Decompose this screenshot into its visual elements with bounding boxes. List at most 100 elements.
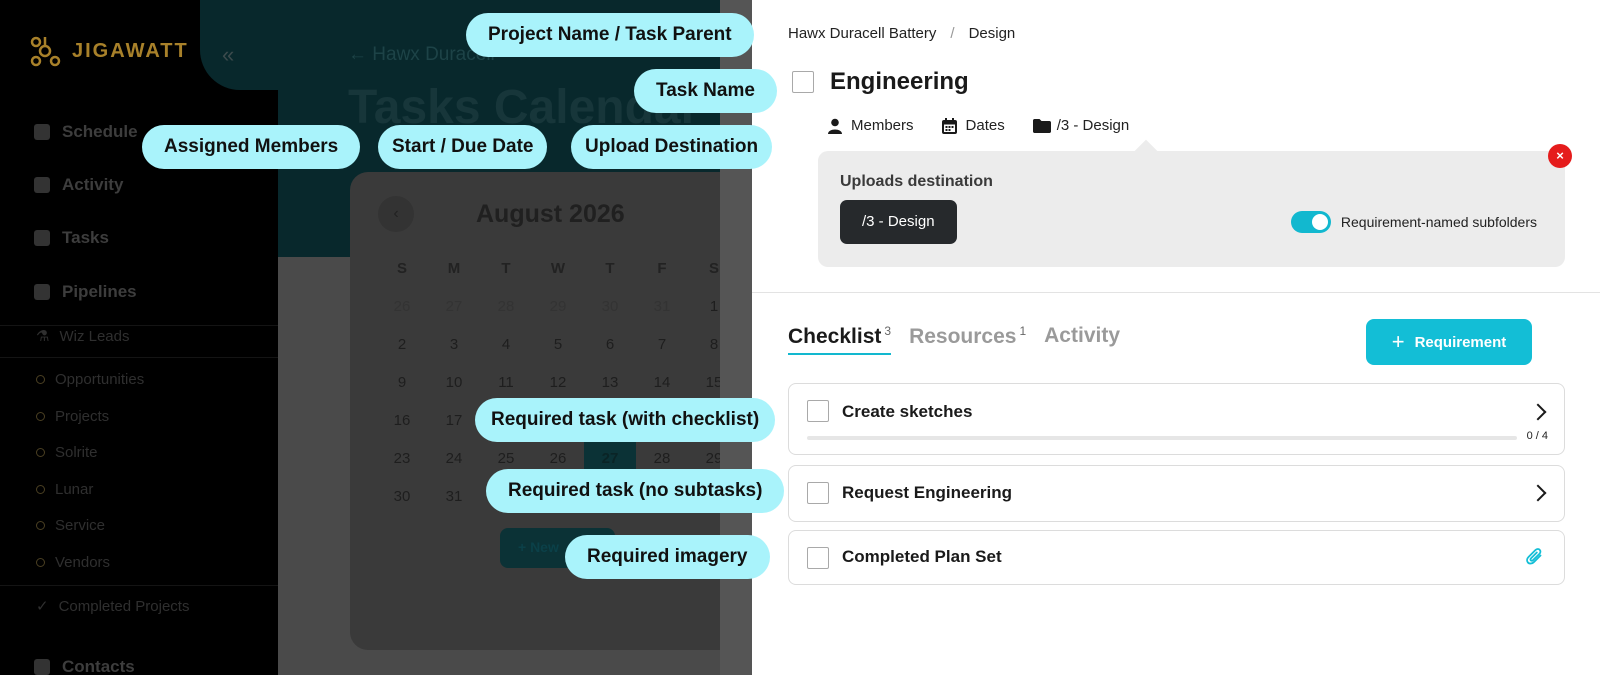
tab-resources[interactable]: Resources 1 bbox=[909, 324, 1026, 353]
nav-tasks[interactable]: Tasks bbox=[34, 228, 109, 248]
calendar-day[interactable]: 9 bbox=[376, 364, 428, 402]
calendar-day[interactable]: 10 bbox=[428, 364, 480, 402]
divider bbox=[0, 585, 278, 586]
weekday-label: M bbox=[447, 260, 461, 277]
nav-schedule[interactable]: Schedule bbox=[34, 122, 138, 142]
calendar-day[interactable]: 13 bbox=[584, 364, 636, 402]
task-drawer: Hawx Duracell Battery / Design Engineeri… bbox=[752, 0, 1600, 675]
breadcrumb-separator: / bbox=[950, 25, 955, 42]
task-name[interactable]: Engineering bbox=[830, 68, 969, 96]
calendar-day[interactable]: 26 bbox=[376, 288, 428, 326]
pipeline-item[interactable]: Opportunities bbox=[36, 371, 144, 388]
calendar-icon bbox=[941, 117, 957, 134]
members-button[interactable]: Members bbox=[828, 117, 914, 134]
divider bbox=[0, 357, 278, 358]
calendar-day[interactable]: 30 bbox=[584, 288, 636, 326]
breadcrumb-project[interactable]: Hawx Duracell Battery bbox=[788, 25, 936, 42]
nav-pipelines[interactable]: Pipelines bbox=[34, 282, 137, 302]
chevron-left-icon[interactable]: ‹ bbox=[378, 196, 414, 232]
folder-icon bbox=[1032, 118, 1051, 133]
calendar-day[interactable]: 23 bbox=[376, 440, 428, 478]
requirement-card[interactable]: Create sketches 0 / 4 bbox=[788, 383, 1565, 455]
callout-members: Assigned Members bbox=[142, 125, 361, 169]
weekday-label: T bbox=[605, 260, 615, 277]
calendar-day[interactable]: 16 bbox=[376, 402, 428, 440]
calendar-day[interactable]: 5 bbox=[532, 326, 584, 364]
requirement-checkbox[interactable] bbox=[807, 482, 829, 504]
calendar-day[interactable]: 12 bbox=[532, 364, 584, 402]
subfolders-toggle[interactable] bbox=[1290, 211, 1331, 233]
check-icon: ✓ bbox=[36, 598, 49, 615]
requirement-card[interactable]: Request Engineering bbox=[788, 465, 1565, 522]
status-dot-icon bbox=[36, 412, 45, 421]
calendar-month: August 2026 bbox=[476, 200, 625, 228]
header-notch bbox=[200, 0, 280, 90]
upload-destination-button[interactable]: /3 - Design bbox=[1032, 117, 1129, 134]
pipeline-item[interactable]: Solrite bbox=[36, 444, 98, 461]
callout-task: Task Name bbox=[634, 69, 777, 113]
calendar-day[interactable]: 24 bbox=[428, 440, 480, 478]
tab-activity[interactable]: Activity bbox=[1044, 324, 1120, 352]
requirement-checkbox[interactable] bbox=[807, 400, 829, 422]
paperclip-icon[interactable] bbox=[1526, 547, 1544, 567]
bell-icon bbox=[34, 177, 50, 193]
callout-upload: Upload Destination bbox=[571, 125, 773, 169]
callout-imagery: Required imagery bbox=[565, 535, 770, 579]
chevron-right-icon[interactable] bbox=[1529, 403, 1547, 421]
requirement-label: Create sketches bbox=[842, 402, 973, 421]
nav-contacts[interactable]: Contacts bbox=[34, 657, 135, 675]
breadcrumb-parent[interactable]: Design bbox=[969, 25, 1016, 42]
pipeline-item[interactable]: Service bbox=[36, 517, 105, 534]
subfolders-label: Requirement-named subfolders bbox=[1340, 214, 1537, 230]
calendar-day[interactable]: 6 bbox=[584, 326, 636, 364]
calendar-day[interactable]: 11 bbox=[480, 364, 532, 402]
requirement-label: Completed Plan Set bbox=[842, 547, 1002, 566]
plus-icon: + bbox=[1391, 329, 1405, 354]
calendar-day[interactable]: 7 bbox=[636, 326, 688, 364]
calendar-day[interactable]: 3 bbox=[428, 326, 480, 364]
task-meta: Members Dates /3 - Design bbox=[828, 117, 1129, 134]
progress-text: 0 / 4 bbox=[1526, 430, 1548, 442]
close-icon[interactable]: × bbox=[1548, 144, 1572, 168]
status-dot-icon bbox=[36, 448, 45, 457]
list-icon bbox=[34, 230, 50, 246]
callout-project: Project Name / Task Parent bbox=[466, 13, 754, 57]
calendar-day[interactable]: 2 bbox=[376, 326, 428, 364]
divider bbox=[752, 292, 1600, 293]
calendar-day[interactable]: 29 bbox=[532, 288, 584, 326]
calendar-day[interactable]: 4 bbox=[480, 326, 532, 364]
status-dot-icon bbox=[36, 485, 45, 494]
callout-checklist: Required task (with checklist) bbox=[475, 398, 776, 442]
collapse-sidebar-icon[interactable]: « bbox=[222, 42, 234, 68]
calendar-day[interactable]: 28 bbox=[480, 288, 532, 326]
task-complete-checkbox[interactable] bbox=[792, 71, 814, 93]
calendar-day[interactable]: 14 bbox=[636, 364, 688, 402]
pipeline-item[interactable]: Vendors bbox=[36, 554, 110, 571]
calendar-day[interactable]: 17 bbox=[428, 402, 480, 440]
pipeline-item[interactable]: Lunar bbox=[36, 481, 93, 498]
weekday-label: W bbox=[550, 260, 566, 277]
callout-dates: Start / Due Date bbox=[378, 125, 548, 169]
nav-wiz-leads[interactable]: ⚗ Wiz Leads bbox=[36, 327, 129, 346]
nav-activity[interactable]: Activity bbox=[34, 175, 123, 195]
status-dot-icon bbox=[36, 375, 45, 384]
requirement-checkbox[interactable] bbox=[807, 547, 829, 569]
calendar-day[interactable]: 31 bbox=[636, 288, 688, 326]
pipeline-item[interactable]: Projects bbox=[36, 408, 109, 425]
weekday-label: S bbox=[396, 260, 407, 277]
tab-checklist[interactable]: Checklist 3 bbox=[788, 324, 892, 355]
drawer-tabs: Checklist 3 Resources 1 Activity bbox=[788, 324, 1120, 355]
calendar-day[interactable]: 30 bbox=[376, 478, 428, 516]
chevron-right-icon[interactable] bbox=[1529, 484, 1547, 502]
dates-button[interactable]: Dates bbox=[941, 117, 1005, 134]
person-icon bbox=[828, 118, 842, 134]
weekday-label: T bbox=[501, 260, 511, 277]
destination-folder-button[interactable]: /3 - Design bbox=[840, 200, 957, 244]
calendar-day[interactable]: 27 bbox=[428, 288, 480, 326]
nav-completed-projects[interactable]: ✓ Completed Projects bbox=[36, 597, 189, 616]
calendar-day[interactable]: 31 bbox=[428, 478, 480, 516]
logo-text: JIGAWATT bbox=[72, 39, 189, 62]
add-requirement-button[interactable]: + Requirement bbox=[1366, 319, 1532, 365]
popover-caret bbox=[1134, 139, 1158, 163]
requirement-card[interactable]: Completed Plan Set bbox=[788, 530, 1565, 585]
